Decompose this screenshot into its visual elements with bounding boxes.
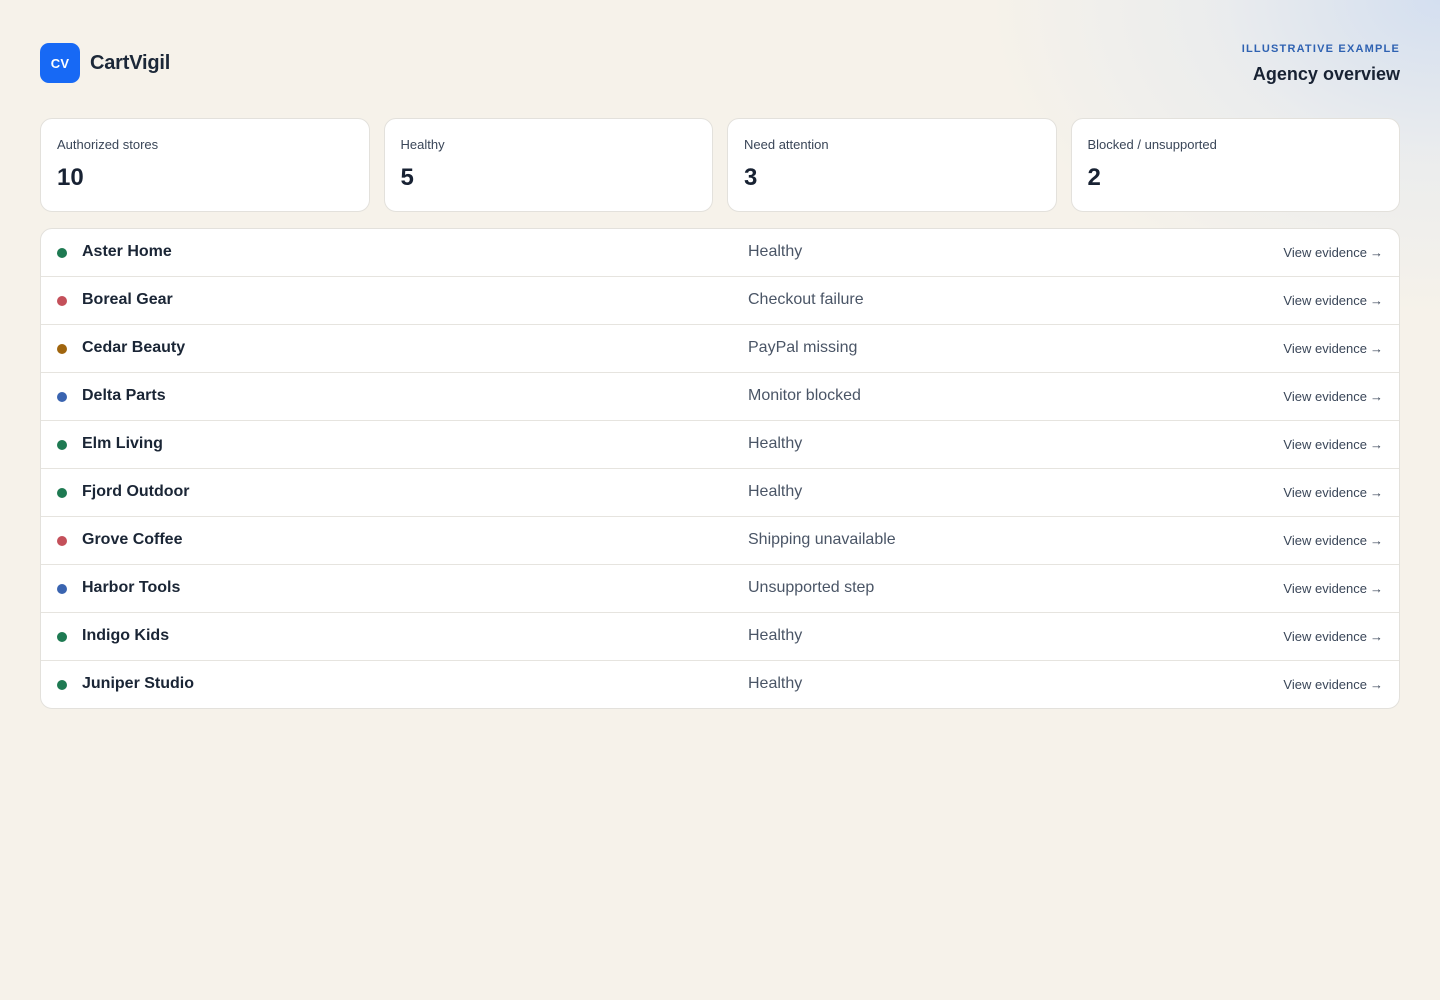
store-name: Juniper Studio [82, 675, 194, 692]
view-evidence-link[interactable]: View evidence → [1283, 677, 1383, 692]
view-evidence-label: View evidence [1283, 341, 1367, 356]
stat-label: Authorized stores [57, 137, 159, 152]
arrow-right-icon: → [1370, 341, 1383, 356]
arrow-right-icon: → [1370, 245, 1383, 260]
status-dot-icon [57, 488, 67, 498]
view-evidence-link[interactable]: View evidence → [1283, 245, 1383, 260]
stat-label: Healthy [400, 137, 445, 152]
store-name: Indigo Kids [82, 627, 170, 644]
table-row: Elm Living Healthy View evidence → [41, 421, 1399, 469]
arrow-right-icon: → [1370, 581, 1383, 596]
view-evidence-label: View evidence [1283, 293, 1367, 308]
header-titles: ILLUSTRATIVE EXAMPLE Agency overview [1242, 43, 1400, 85]
status-dot-icon [57, 296, 67, 306]
store-name: Cedar Beauty [82, 339, 186, 356]
brand[interactable]: CV CartVigil [40, 43, 170, 83]
status-dot-icon [57, 248, 67, 258]
table-row: Indigo Kids Healthy View evidence → [41, 613, 1399, 661]
view-evidence-label: View evidence [1283, 245, 1367, 260]
stat-card-blocked: Blocked / unsupported 2 [1070, 118, 1400, 212]
store-status: Unsupported step [748, 579, 875, 596]
view-evidence-link[interactable]: View evidence → [1283, 629, 1383, 644]
stats-summary: Authorized stores 10 Healthy 5 Need atte… [40, 118, 1400, 212]
view-evidence-label: View evidence [1283, 485, 1367, 500]
table-row: Boreal Gear Checkout failure View eviden… [41, 277, 1399, 325]
store-status: Healthy [748, 627, 803, 644]
table-row: Aster Home Healthy View evidence → [41, 229, 1399, 277]
arrow-right-icon: → [1370, 389, 1383, 404]
store-name: Aster Home [82, 243, 172, 260]
view-evidence-link[interactable]: View evidence → [1283, 389, 1383, 404]
view-evidence-link[interactable]: View evidence → [1283, 485, 1383, 500]
store-name: Elm Living [82, 435, 163, 452]
arrow-right-icon: → [1370, 677, 1383, 692]
table-row: Juniper Studio Healthy View evidence → [41, 661, 1399, 708]
app-header: CV CartVigil ILLUSTRATIVE EXAMPLE Agency… [40, 43, 1400, 87]
status-dot-icon [57, 440, 67, 450]
view-evidence-link[interactable]: View evidence → [1283, 533, 1383, 548]
status-dot-icon [57, 632, 67, 642]
table-row: Grove Coffee Shipping unavailable View e… [41, 517, 1399, 565]
arrow-right-icon: → [1370, 485, 1383, 500]
stat-value: 5 [400, 164, 414, 191]
store-status: PayPal missing [748, 339, 858, 356]
arrow-right-icon: → [1370, 437, 1383, 452]
status-dot-icon [57, 584, 67, 594]
store-status: Checkout failure [748, 291, 864, 308]
store-status: Healthy [748, 435, 803, 452]
view-evidence-label: View evidence [1283, 437, 1367, 452]
page-title: Agency overview [1252, 64, 1400, 84]
table-row: Fjord Outdoor Healthy View evidence → [41, 469, 1399, 517]
store-status: Healthy [748, 243, 803, 260]
store-status: Healthy [748, 675, 803, 692]
table-row: Cedar Beauty PayPal missing View evidenc… [41, 325, 1399, 373]
store-status: Monitor blocked [748, 387, 861, 404]
status-dot-icon [57, 392, 67, 402]
view-evidence-label: View evidence [1283, 581, 1367, 596]
store-table: Aster Home Healthy View evidence → Boreal… [40, 228, 1400, 709]
arrow-right-icon: → [1370, 629, 1383, 644]
store-status: Healthy [748, 483, 803, 500]
eyebrow-label: ILLUSTRATIVE EXAMPLE [1241, 43, 1400, 55]
view-evidence-label: View evidence [1283, 629, 1367, 644]
view-evidence-link[interactable]: View evidence → [1283, 581, 1383, 596]
table-row: Harbor Tools Unsupported step View evide… [41, 565, 1399, 613]
arrow-right-icon: → [1370, 533, 1383, 548]
view-evidence-label: View evidence [1283, 533, 1367, 548]
view-evidence-label: View evidence [1283, 677, 1367, 692]
view-evidence-link[interactable]: View evidence → [1283, 437, 1383, 452]
stat-value: 2 [1087, 164, 1101, 191]
view-evidence-link[interactable]: View evidence → [1283, 341, 1383, 356]
view-evidence-link[interactable]: View evidence → [1283, 293, 1383, 308]
store-status: Shipping unavailable [748, 531, 896, 548]
status-dot-icon [57, 536, 67, 546]
stat-label: Need attention [744, 137, 829, 152]
status-dot-icon [57, 344, 67, 354]
brand-name: CartVigil [90, 51, 171, 74]
logo-icon: CV [40, 43, 80, 83]
view-evidence-label: View evidence [1283, 389, 1367, 404]
stat-value: 10 [57, 164, 84, 191]
stat-card-healthy: Healthy 5 [383, 118, 713, 212]
store-name: Fjord Outdoor [82, 483, 190, 500]
status-dot-icon [57, 680, 67, 690]
stat-value: 3 [744, 164, 758, 191]
store-name: Boreal Gear [82, 291, 173, 308]
store-name: Grove Coffee [82, 531, 183, 548]
store-name: Harbor Tools [82, 579, 181, 596]
stat-card-need-attention: Need attention 3 [727, 118, 1057, 212]
stat-label: Blocked / unsupported [1087, 137, 1217, 152]
store-name: Delta Parts [82, 387, 166, 404]
arrow-right-icon: → [1370, 293, 1383, 308]
stat-card-authorized: Authorized stores 10 [40, 118, 370, 212]
table-row: Delta Parts Monitor blocked View evidenc… [41, 373, 1399, 421]
